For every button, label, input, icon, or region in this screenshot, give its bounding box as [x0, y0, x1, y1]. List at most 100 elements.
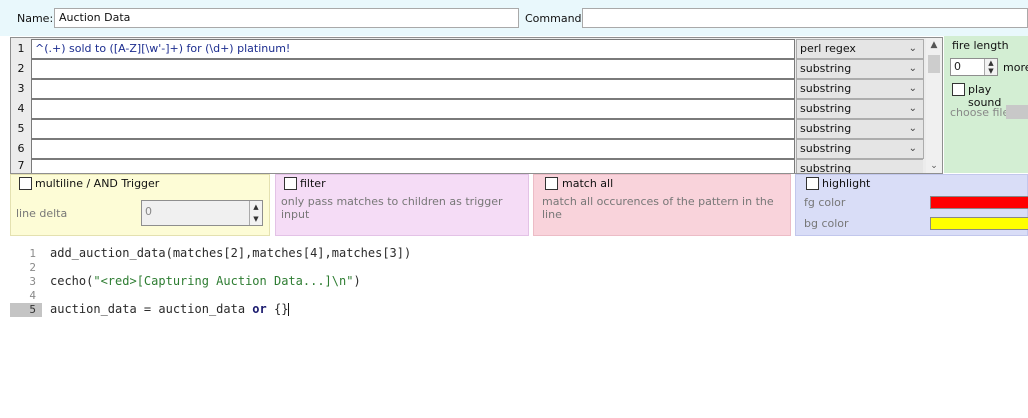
line-number: 2 [29, 261, 36, 274]
pattern-row: 5 substring ⌄ [11, 119, 924, 139]
pattern-number: 7 [17, 159, 25, 172]
pattern-type-select[interactable]: substring ⌄ [796, 139, 924, 159]
code-token: cecho( [50, 274, 94, 288]
line-delta-label: line delta [16, 207, 68, 220]
pattern-type-value: substring [800, 162, 852, 173]
match-all-description: match all occurences of the pattern in t… [542, 195, 774, 221]
command-label: Command: [525, 12, 586, 25]
bg-color-label: bg color [804, 217, 849, 230]
filter-checkbox[interactable] [284, 177, 297, 190]
pattern-row: 2 substring ⌄ [11, 59, 924, 79]
fg-color-swatch[interactable] [930, 196, 1028, 209]
line-number-gutter: 1 2 3 4 5 [10, 240, 42, 418]
filter-label: filter [300, 177, 326, 190]
line-number: 4 [29, 289, 36, 302]
filter-description: only pass matches to children as trigger… [281, 195, 503, 221]
scroll-up-icon[interactable]: ▲ [926, 38, 942, 52]
scroll-down-icon[interactable]: ⌄ [926, 159, 942, 173]
pattern-number: 3 [17, 82, 25, 95]
match-all-option-panel: match all match all occurences of the pa… [533, 174, 791, 236]
pattern-type-value: substring [800, 62, 852, 75]
current-line-number: 5 [10, 303, 42, 317]
highlight-option-panel: highlight fg color bg color [795, 174, 1028, 236]
code-string: \n" [331, 274, 354, 288]
pattern-type-value: substring [800, 122, 852, 135]
pattern-type-select[interactable]: substring [796, 159, 923, 173]
pattern-type-value: substring [800, 82, 852, 95]
code-token: ) [353, 274, 361, 288]
scroll-thumb[interactable] [928, 55, 940, 73]
play-sound-checkbox[interactable] [952, 83, 965, 96]
fire-length-value: 0 [954, 60, 961, 73]
match-all-label: match all [562, 177, 614, 190]
line-number: 1 [29, 247, 36, 260]
pattern-input[interactable]: ^(.+) sold to ([A-Z][\w'-]+) for (\d+) p… [31, 39, 795, 59]
pattern-number: 1 [17, 42, 25, 55]
chevron-down-icon: ⌄ [908, 143, 917, 154]
pattern-type-select[interactable]: substring ⌄ [796, 59, 924, 79]
trigger-header-bar: Name: Auction Data Command: [0, 0, 1028, 36]
multiline-label: multiline / AND Trigger [35, 177, 160, 190]
line-delta-spinbox[interactable]: 0 ▲ ▼ [141, 200, 263, 226]
pattern-type-select[interactable]: perl regex ⌄ [796, 39, 924, 59]
match-all-checkbox[interactable] [545, 177, 558, 190]
line-delta-value: 0 [145, 205, 152, 218]
choose-file-button[interactable] [1006, 105, 1028, 119]
multiline-option-panel: multiline / AND Trigger line delta 0 ▲ ▼ [10, 174, 270, 236]
filter-option-panel: filter only pass matches to children as … [275, 174, 529, 236]
bg-color-swatch[interactable] [930, 217, 1028, 230]
pattern-input[interactable] [31, 139, 795, 159]
script-editor[interactable]: 1 2 3 4 5 add_auction_data(matches[2],ma… [0, 240, 1028, 418]
pattern-type-select[interactable]: substring ⌄ [796, 99, 924, 119]
pattern-type-select[interactable]: substring ⌄ [796, 79, 924, 99]
name-label: Name: [17, 12, 54, 25]
more-label: more [1003, 61, 1028, 74]
pattern-number: 6 [17, 142, 25, 155]
pattern-list: 1 ^(.+) sold to ([A-Z][\w'-]+) for (\d+)… [10, 37, 943, 174]
spin-arrows-icon[interactable]: ▲ ▼ [249, 201, 262, 225]
pattern-type-value: substring [800, 142, 852, 155]
pattern-number: 5 [17, 122, 25, 135]
pattern-number: 4 [17, 102, 25, 115]
command-input[interactable] [582, 8, 1028, 28]
multiline-checkbox[interactable] [19, 177, 32, 190]
pattern-input[interactable] [31, 99, 795, 119]
pattern-type-select[interactable]: substring ⌄ [796, 119, 924, 139]
chevron-down-icon: ⌄ [908, 83, 917, 94]
code-string: "<red>[Capturing Auction Data...] [93, 274, 332, 288]
code-token: {} [266, 302, 289, 316]
line-number: 3 [29, 275, 36, 288]
spin-arrows-icon[interactable]: ▲ ▼ [984, 59, 997, 75]
code-line: auction_data = auction_data or {} [50, 302, 290, 316]
pattern-row: 7 substring [11, 159, 923, 173]
code-keyword: or [252, 302, 267, 316]
pattern-input[interactable] [31, 119, 795, 139]
highlight-checkbox[interactable] [806, 177, 819, 190]
pattern-row: 4 substring ⌄ [11, 99, 924, 119]
chevron-down-icon: ⌄ [908, 103, 917, 114]
pattern-row: 3 substring ⌄ [11, 79, 924, 99]
chevron-down-icon: ⌄ [908, 43, 917, 54]
name-input[interactable]: Auction Data [54, 8, 519, 28]
pattern-input[interactable] [31, 79, 795, 99]
pattern-number: 2 [17, 62, 25, 75]
pattern-input[interactable] [31, 159, 795, 173]
pattern-row: 6 substring ⌄ [11, 139, 924, 159]
chevron-down-icon: ⌄ [908, 63, 917, 74]
choose-file-label: choose file: [950, 106, 1013, 119]
pattern-type-value: substring [800, 102, 852, 115]
pattern-input[interactable] [31, 59, 795, 79]
pattern-row: 1 ^(.+) sold to ([A-Z][\w'-]+) for (\d+)… [11, 39, 924, 59]
fire-length-label: fire length [952, 39, 1009, 52]
highlight-label: highlight [822, 177, 871, 190]
fire-length-spinbox[interactable]: 0 ▲ ▼ [950, 58, 998, 76]
text-cursor [288, 303, 290, 316]
code-line: add_auction_data(matches[2],matches[4],m… [50, 246, 412, 260]
chevron-down-icon: ⌄ [908, 123, 917, 134]
code-line: cecho("<red>[Capturing Auction Data...]\… [50, 274, 361, 288]
fg-color-label: fg color [804, 196, 846, 209]
code-token: auction_data = auction_data [50, 302, 253, 316]
pattern-type-value: perl regex [800, 42, 856, 55]
fire-panel: fire length 0 ▲▼ more play sound choose … [944, 36, 1028, 173]
pattern-scrollbar[interactable]: ▲ ⌄ [926, 38, 942, 173]
